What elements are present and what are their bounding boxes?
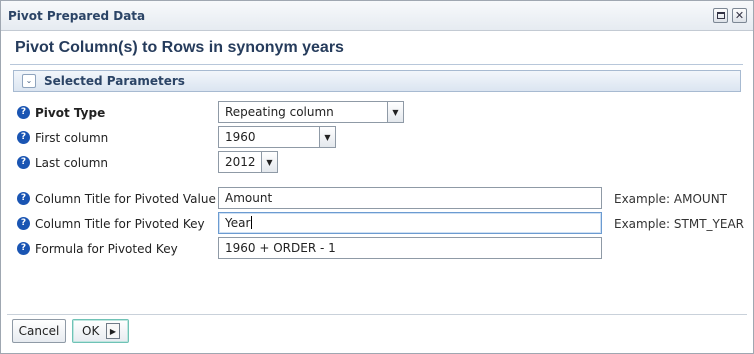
- pivoted-key-formula-input[interactable]: 1960 + ORDER - 1: [218, 237, 602, 259]
- chevron-down-icon[interactable]: ▼: [319, 127, 335, 147]
- title-divider: [10, 64, 743, 65]
- help-icon[interactable]: ?: [17, 242, 30, 255]
- title-bar[interactable]: Pivot Prepared Data ✕: [1, 1, 753, 31]
- pivoted-key-formula-value: 1960 + ORDER - 1: [225, 241, 336, 255]
- pivoted-key-title-input[interactable]: Year: [218, 212, 602, 234]
- page-title: Pivot Column(s) to Rows in synonym years: [15, 39, 344, 56]
- pivot-type-label: Pivot Type: [35, 106, 106, 120]
- window-title: Pivot Prepared Data: [8, 9, 146, 23]
- last-column-select[interactable]: 2012 ▼: [218, 151, 278, 173]
- close-icon: ✕: [734, 9, 745, 22]
- pivoted-key-title-label: Column Title for Pivoted Key: [35, 217, 205, 231]
- cancel-button[interactable]: Cancel: [12, 319, 66, 343]
- pivoted-value-example: Example: AMOUNT: [614, 192, 728, 206]
- help-icon[interactable]: ?: [17, 192, 30, 205]
- help-icon[interactable]: ?: [17, 156, 30, 169]
- chevron-down-icon[interactable]: ▼: [387, 102, 403, 122]
- selected-parameters-header[interactable]: ⌄ Selected Parameters: [13, 70, 741, 92]
- help-icon[interactable]: ?: [17, 106, 30, 119]
- ok-button[interactable]: OK ▶: [72, 319, 129, 343]
- pivoted-key-title-text: Year: [225, 216, 253, 230]
- pivoted-key-formula-label: Formula for Pivoted Key: [35, 242, 178, 256]
- pivot-dialog: Pivot Prepared Data ✕ Pivot Column(s) to…: [0, 0, 754, 354]
- text-caret: [251, 216, 253, 229]
- help-icon[interactable]: ?: [17, 131, 30, 144]
- footer-divider: [7, 314, 747, 315]
- pivoted-value-title-input[interactable]: Amount: [218, 187, 602, 209]
- section-label: Selected Parameters: [44, 74, 185, 88]
- close-button[interactable]: ✕: [732, 8, 747, 23]
- pivoted-value-title-value: Amount: [225, 191, 273, 205]
- pivot-type-value: Repeating column: [225, 105, 334, 119]
- help-icon[interactable]: ?: [17, 217, 30, 230]
- chevron-down-icon[interactable]: ▼: [261, 152, 277, 172]
- first-column-select[interactable]: 1960 ▼: [218, 126, 336, 148]
- pivot-type-select[interactable]: Repeating column ▼: [218, 101, 404, 123]
- pivoted-key-title-value: Year: [225, 216, 251, 230]
- pivoted-value-title-label: Column Title for Pivoted Value: [35, 192, 216, 206]
- last-column-label: Last column: [35, 156, 108, 170]
- play-arrow-icon: ▶: [106, 323, 120, 339]
- cancel-label: Cancel: [18, 324, 60, 338]
- pivoted-key-example: Example: STMT_YEAR: [614, 217, 745, 231]
- restore-icon: [716, 12, 725, 19]
- first-column-label: First column: [35, 131, 109, 145]
- last-column-value: 2012: [225, 155, 256, 169]
- first-column-value: 1960: [225, 130, 256, 144]
- ok-label: OK: [82, 324, 100, 338]
- restore-button[interactable]: [713, 8, 728, 23]
- collapse-chevron-icon[interactable]: ⌄: [22, 74, 36, 88]
